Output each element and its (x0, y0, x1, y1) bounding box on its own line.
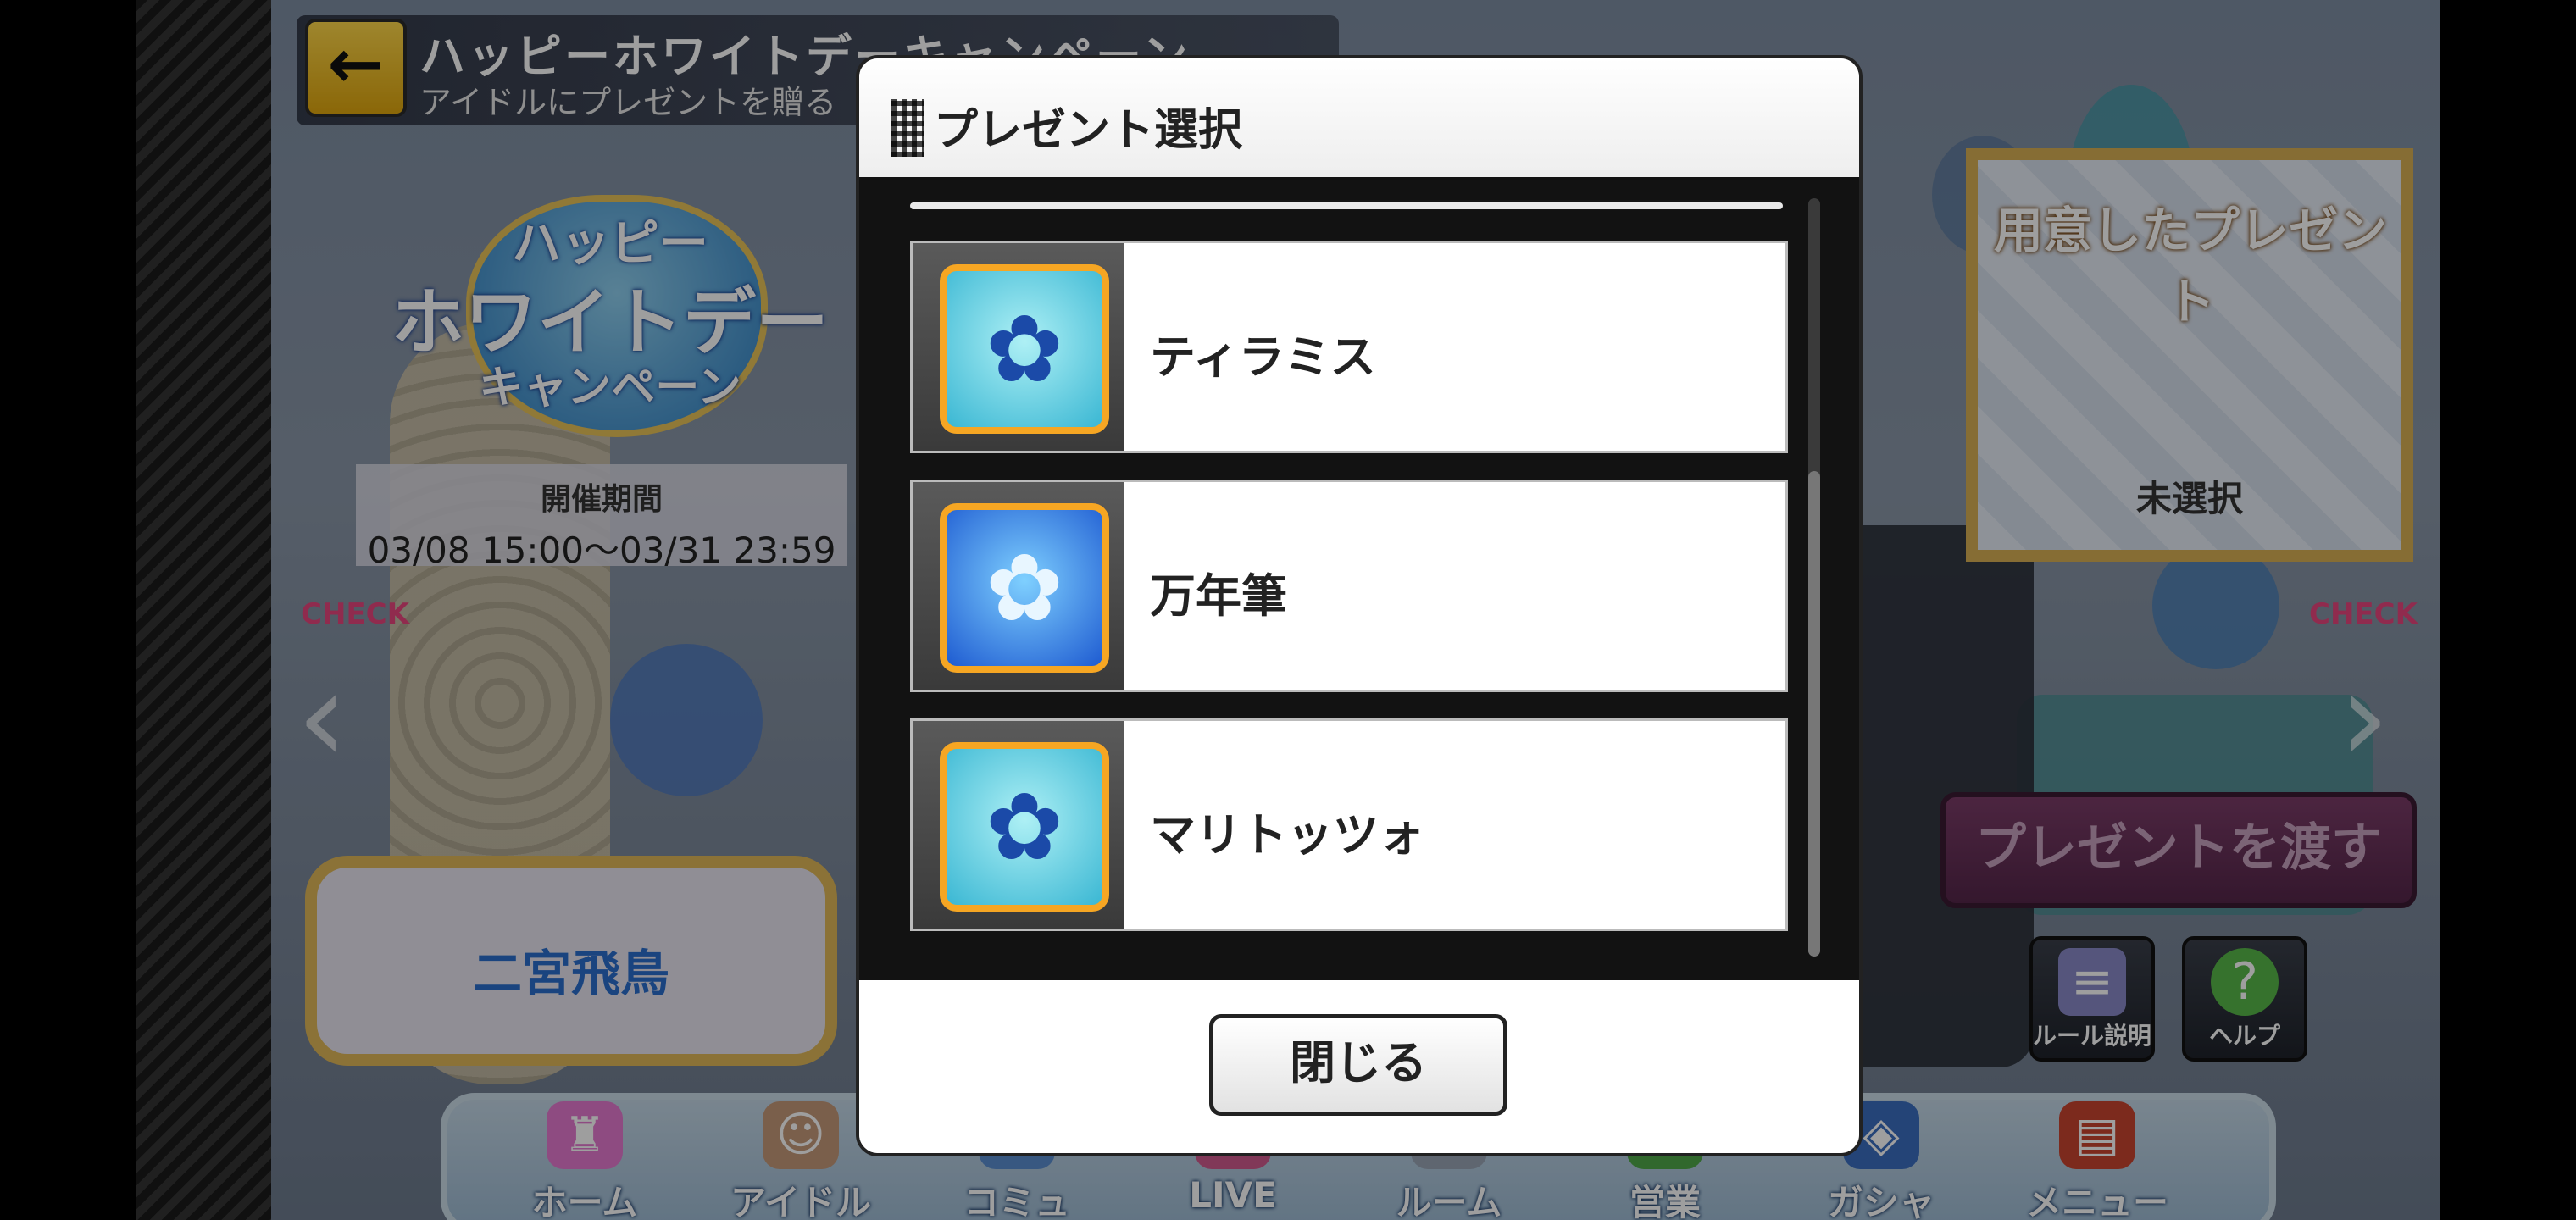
item-icon-panel: ✿ (913, 482, 1124, 690)
present-item[interactable]: ✿ 万年筆 (910, 480, 1788, 692)
dialog-header: プレゼント選択 (859, 58, 1859, 177)
present-item-name: マリトッツォ (1150, 808, 1424, 862)
grip-icon (891, 99, 924, 157)
dialog-footer: 閉じる (859, 980, 1859, 1153)
present-item-name: 万年筆 (1150, 569, 1287, 623)
dialog-title: プレゼント選択 (934, 105, 1243, 156)
present-item[interactable]: ✿ ティラミス (910, 241, 1788, 453)
present-select-dialog: プレゼント選択 ✿ ティラミス ✿ 万年筆 ✿ マリトッツォ 閉じる (856, 55, 1863, 1156)
close-button[interactable]: 閉じる (1209, 1014, 1507, 1116)
gift-bag-icon: ✿ (940, 264, 1109, 434)
list-divider (910, 202, 1783, 209)
game-screen: ← ハッピーホワイトデーキャンペーン アイドルにプレゼントを贈る ハッピー ホワ… (271, 0, 2440, 1220)
scrollbar[interactable] (1808, 198, 1820, 957)
present-list[interactable]: ✿ ティラミス ✿ 万年筆 ✿ マリトッツォ (859, 177, 1859, 980)
gift-bag-icon: ✿ (940, 742, 1109, 912)
item-icon-panel: ✿ (913, 243, 1124, 451)
gift-box-icon: ✿ (940, 503, 1109, 673)
scrollbar-thumb[interactable] (1808, 471, 1820, 957)
item-icon-panel: ✿ (913, 721, 1124, 929)
letterbox-left (136, 0, 271, 1220)
present-item[interactable]: ✿ マリトッツォ (910, 718, 1788, 931)
present-item-name: ティラミス (1150, 330, 1376, 384)
